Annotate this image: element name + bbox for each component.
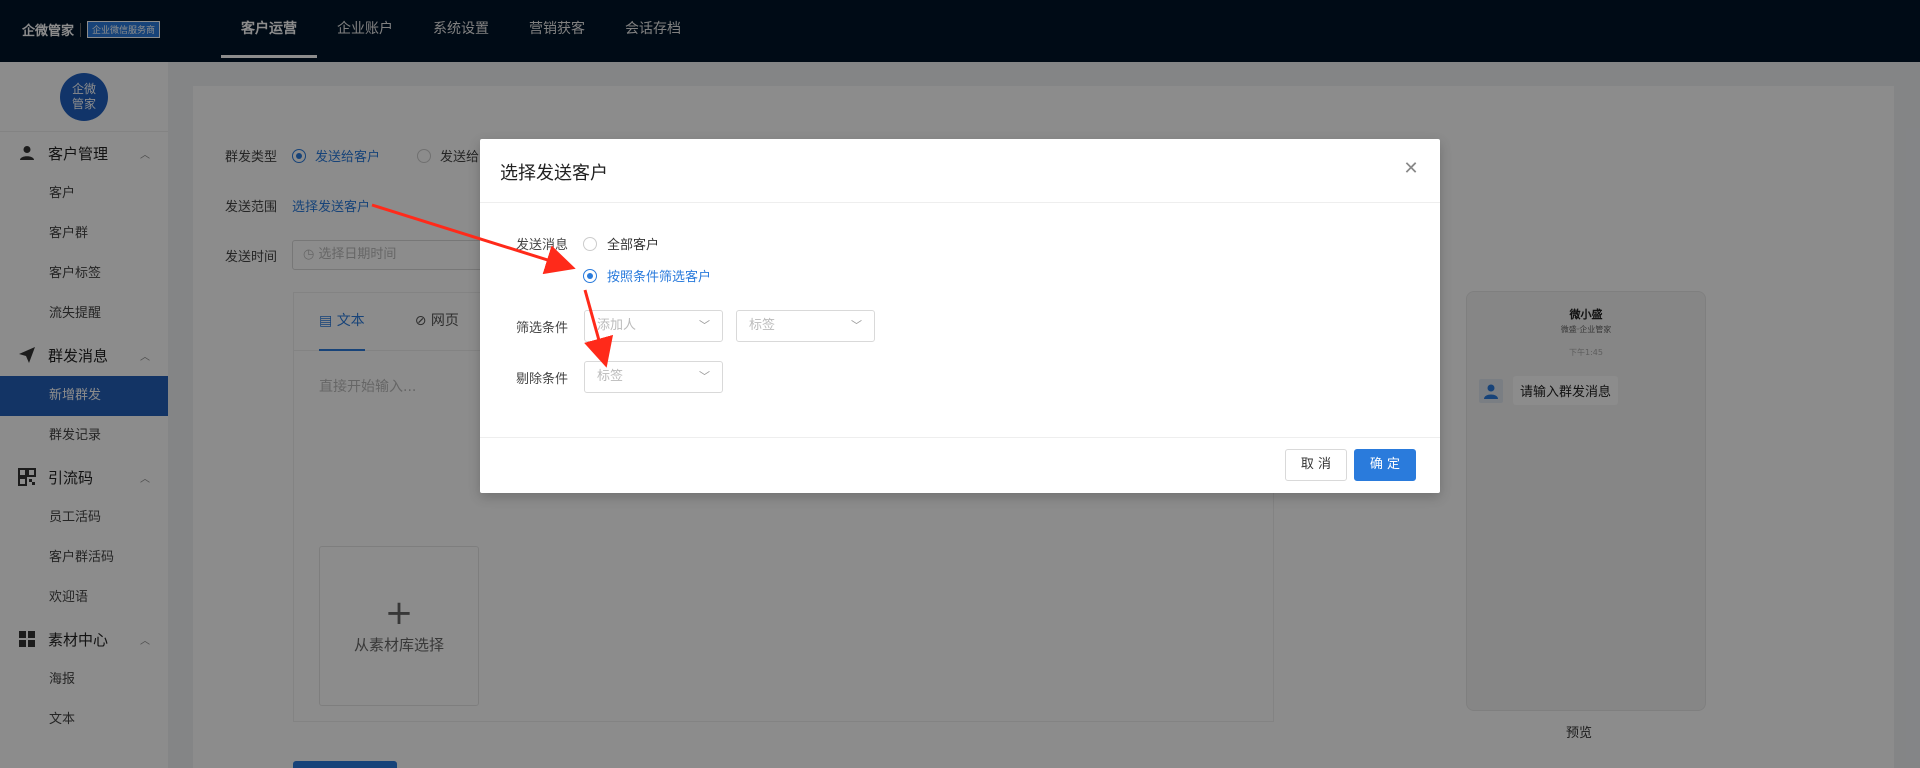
cancel-button[interactable]: 取 消 <box>1284 449 1347 481</box>
chevron-down-icon: ﹀ <box>699 370 710 383</box>
send-message-label: 发送消息 <box>516 238 569 253</box>
dialog-header: 选择发送客户 ✕ <box>480 139 1440 203</box>
dialog-title: 选择发送客户 <box>500 163 608 184</box>
option-label: 全部客户 <box>607 238 660 253</box>
filter-condition-label: 筛选条件 <box>516 321 569 336</box>
close-icon[interactable]: ✕ <box>1400 157 1422 179</box>
chevron-down-icon: ﹀ <box>851 319 862 332</box>
radio-button[interactable] <box>583 268 597 283</box>
option-label: 按照条件筛选客户 <box>607 270 712 285</box>
exclude-tag-select[interactable]: 标签 ﹀ <box>584 361 723 393</box>
dialog-footer: 取 消 确 定 <box>480 437 1440 493</box>
select-placeholder: 添加人 <box>597 318 637 333</box>
option-filter-customers[interactable]: 按照条件筛选客户 <box>583 266 711 285</box>
select-placeholder: 标签 <box>749 318 776 333</box>
filter-tag-select[interactable]: 标签 ﹀ <box>736 310 875 342</box>
select-placeholder: 标签 <box>597 369 624 384</box>
confirm-button[interactable]: 确 定 <box>1353 449 1416 481</box>
filter-adder-select[interactable]: 添加人 ﹀ <box>584 310 723 342</box>
option-all-customers[interactable]: 全部客户 <box>583 234 659 253</box>
select-customers-dialog: 选择发送客户 ✕ 发送消息 全部客户 按照条件筛选客户 筛选条件 添加人 ﹀ 标… <box>480 139 1440 493</box>
radio-button[interactable] <box>583 236 597 251</box>
chevron-down-icon: ﹀ <box>699 319 710 332</box>
exclude-condition-label: 剔除条件 <box>516 372 569 387</box>
